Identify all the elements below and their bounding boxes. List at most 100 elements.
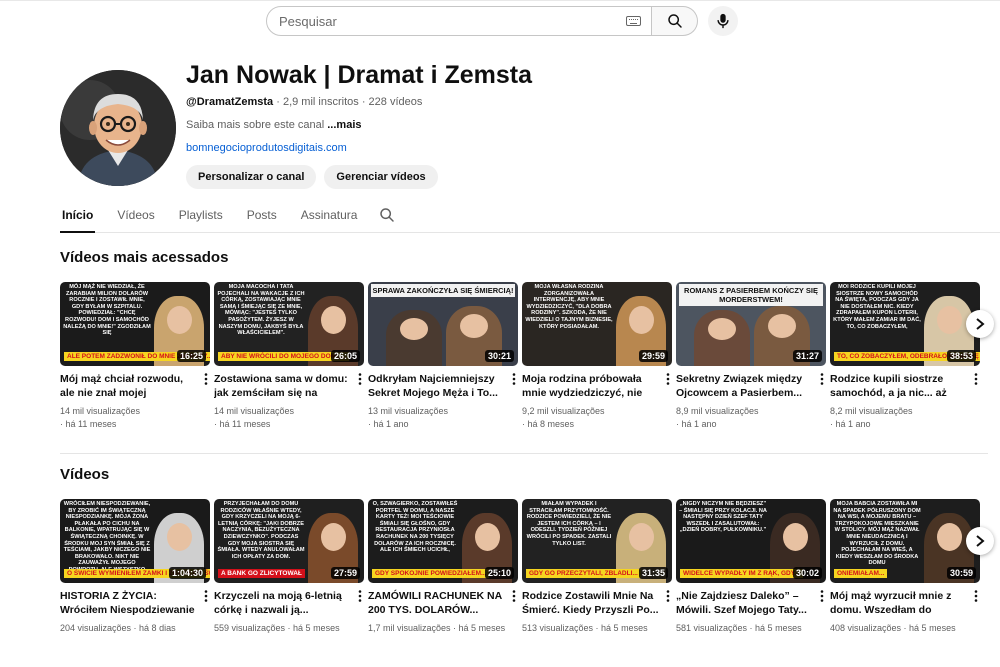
video-thumbnail[interactable]: MOJA BABCIA ZOSTAWIŁA MI NA SPADEK PÓŁRU… [830,499,980,583]
video-thumbnail[interactable]: O, SZWAGIERKO, ZOSTAWIŁEŚ PORTFEL W DOMU… [368,499,518,583]
video-duration: 25:10 [484,567,514,579]
tab-playlists[interactable]: Playlists [177,201,225,233]
video-info: Odkryłam Najciemniejszy Sekret Mojego Mę… [368,372,518,431]
tab-home[interactable]: Início [60,201,96,233]
video-card[interactable]: MOJA WŁASNA RODZINA ZORGANIZOWAŁA INTERW… [522,282,672,431]
upload-age: há 5 meses [909,623,956,633]
video-title[interactable]: Mój mąż wyrzucił mnie z domu. Wszedłam d… [830,589,968,617]
video-thumbnail[interactable]: WRÓCIŁEM NIESPODZIEWANIE, BY ZROBIĆ IM Ś… [60,499,210,583]
meta-separator: · [593,623,602,633]
thumbnail-caption: MÓJ MĄŻ NIE WIEDZIAŁ, ŻE ZARABIAM MILION… [63,284,151,337]
video-card[interactable]: MOJA MACOCHA I TATA POJECHALI NA WAKACJE… [214,282,364,431]
view-count: 13 mil visualizações [368,406,449,416]
video-title[interactable]: Zostawiona sama w domu: jak zemściłam si… [214,372,352,400]
video-title[interactable]: Sekretny Związek między Ojcowcem a Pasie… [676,372,814,400]
video-thumbnail[interactable]: PRZYJECHAŁAM DO DOMU RODZICÓW WŁAŚNIE WT… [214,499,364,583]
videos-next-button[interactable] [966,527,994,555]
meta-separator: · [276,96,283,108]
meta-separator: · [901,623,910,633]
manage-videos-button[interactable]: Gerenciar vídeos [324,165,438,189]
video-thumbnail[interactable]: MÓJ MĄŻ NIE WIEDZIAŁ, ŻE ZARABIAM MILION… [60,282,210,366]
channel-actions: Personalizar o canal Gerenciar vídeos [186,165,438,189]
video-card[interactable]: ROMANS Z PASIERBEM KOŃCZY SIĘ MORDERSTWE… [676,282,826,431]
channel-link[interactable]: bomnegocioprodutosdigitais.com [186,142,347,154]
video-title[interactable]: Rodzice kupili siostrze samochód, a ja n… [830,372,968,400]
section-divider [60,453,988,454]
more-options-icon[interactable] [512,590,516,604]
video-title[interactable]: „Nie Zajdziesz Daleko” – Mówili. Szef Mo… [676,589,814,617]
meta-separator: · [747,623,756,633]
more-options-icon[interactable] [820,590,824,604]
video-card[interactable]: MOJA BABCIA ZOSTAWIŁA MI NA SPADEK PÓŁRU… [830,499,980,635]
thumbnail-caption: PRZYJECHAŁAM DO DOMU RODZICÓW WŁAŚNIE WT… [217,501,305,560]
video-thumbnail[interactable]: ROMANS Z PASIERBEM KOŃCZY SIĘ MORDERSTWE… [676,282,826,366]
microphone-icon [717,13,729,29]
upload-age: há 1 ano [835,419,871,429]
video-title[interactable]: Krzyczeli na moją 6-letnią córkę i nazwa… [214,589,352,617]
video-card[interactable]: MÓJ MĄŻ NIE WIEDZIAŁ, ŻE ZARABIAM MILION… [60,282,210,431]
customize-channel-button[interactable]: Personalizar o canal [186,165,317,189]
video-info: Krzyczeli na moją 6-letnią córkę i nazwa… [214,589,364,635]
more-options-icon[interactable] [666,373,670,387]
more-options-icon[interactable] [512,373,516,387]
video-duration: 1:04:30 [168,567,206,579]
more-options-icon[interactable] [204,590,208,604]
video-thumbnail[interactable]: „NIGDY NICZYM NIE BĘDZIESZ” – ŚMIALI SIĘ… [676,499,826,583]
video-card[interactable]: PRZYJECHAŁAM DO DOMU RODZICÓW WŁAŚNIE WT… [214,499,364,635]
more-options-icon[interactable] [820,373,824,387]
video-info: Zostawiona sama w domu: jak zemściłam si… [214,372,364,431]
video-title[interactable]: Mój mąż chciał rozwodu, ale nie znał moj… [60,372,198,400]
video-card[interactable]: WRÓCIŁEM NIESPODZIEWANIE, BY ZROBIĆ IM Ś… [60,499,210,635]
more-options-icon[interactable] [358,590,362,604]
channel-about[interactable]: Saiba mais sobre este canal ...mais [186,119,362,131]
thumbnail-banner: ONIEMIAŁAM... [834,569,888,578]
more-options-icon[interactable] [204,373,208,387]
video-card[interactable]: MIAŁAM WYPADEK I STRACIŁAM PRZYTOMNOŚĆ. … [522,499,672,635]
video-thumbnail[interactable]: MOJA WŁASNA RODZINA ZORGANIZOWAŁA INTERW… [522,282,672,366]
tab-membership[interactable]: Assinatura [299,201,360,233]
voice-search-button[interactable] [708,6,738,36]
video-title[interactable]: Rodzice Zostawili Mnie Na Śmierć. Kiedy … [522,589,660,617]
tab-posts[interactable]: Posts [245,201,279,233]
channel-search-button[interactable] [379,201,395,228]
video-title[interactable]: HISTORIA Z ŻYCIA: Wróciłem Niespodziewan… [60,589,198,617]
about-more[interactable]: ...mais [327,119,361,131]
video-card[interactable]: „NIGDY NICZYM NIE BĘDZIESZ” – ŚMIALI SIĘ… [676,499,826,635]
video-meta: 14 mil visualizações · há 11 meses [214,405,352,431]
tab-videos[interactable]: Vídeos [115,201,156,233]
video-meta: 204 visualizações · há 8 dias [60,622,198,635]
more-options-icon[interactable] [974,373,978,387]
video-card[interactable]: SPRAWA ZAKOŃCZYŁA SIĘ ŚMIERCIĄ! 30:21 Odkr… [368,282,518,431]
channel-handle: @DramatZemsta [186,96,274,108]
thumbnail-caption: O, SZWAGIERKO, ZOSTAWIŁEŚ PORTFEL W DOMU… [372,501,458,554]
more-options-icon[interactable] [358,373,362,387]
video-meta: 581 visualizações · há 5 meses [676,622,814,635]
more-options-icon[interactable] [666,590,670,604]
upload-age: há 5 meses [458,623,506,633]
thumbnail-caption: MOJA MACOCHA I TATA POJECHALI NA WAKACJE… [217,284,305,337]
meta-separator: · [131,623,140,633]
search-icon [667,14,682,28]
upload-age: há 8 meses [527,419,575,429]
video-duration: 30:02 [792,567,822,579]
thumbnail-caption: MIAŁAM WYPADEK I STRACIŁAM PRZYTOMNOŚĆ. … [526,501,612,547]
video-thumbnail[interactable]: MOI RODZICE KUPILI MOJEJ SIOSTRZE NOWY S… [830,282,980,366]
popular-next-button[interactable] [966,310,994,338]
popular-videos-row: MÓJ MĄŻ NIE WIEDZIAŁ, ŻE ZARABIAM MILION… [60,282,980,431]
video-thumbnail[interactable]: MOJA MACOCHA I TATA POJECHALI NA WAKACJE… [214,282,364,366]
video-title[interactable]: Moja rodzina próbowała mnie wydziedziczy… [522,372,660,400]
keyboard-icon[interactable] [626,16,641,26]
search-button[interactable] [652,6,698,36]
video-card[interactable]: MOI RODZICE KUPILI MOJEJ SIOSTRZE NOWY S… [830,282,980,431]
video-meta: 559 visualizações · há 5 meses [214,622,352,635]
thumbnail-banner: ABY NIE WRÓCILI DO MOJEGO DOMU... [218,352,350,361]
video-info: Moja rodzina próbowała mnie wydziedziczy… [522,372,672,431]
video-title[interactable]: Odkryłam Najciemniejszy Sekret Mojego Mę… [368,372,506,400]
video-thumbnail[interactable]: SPRAWA ZAKOŃCZYŁA SIĘ ŚMIERCIĄ! 30:21 [368,282,518,366]
video-thumbnail[interactable]: MIAŁAM WYPADEK I STRACIŁAM PRZYTOMNOŚĆ. … [522,499,672,583]
channel-avatar[interactable] [60,70,176,186]
video-card[interactable]: O, SZWAGIERKO, ZOSTAWIŁEŚ PORTFEL W DOMU… [368,499,518,635]
more-options-icon[interactable] [974,590,978,604]
search-input[interactable] [279,13,626,29]
video-title[interactable]: ZAMÓWILI RACHUNEK NA 200 TYS. DOLARÓW...… [368,589,506,617]
